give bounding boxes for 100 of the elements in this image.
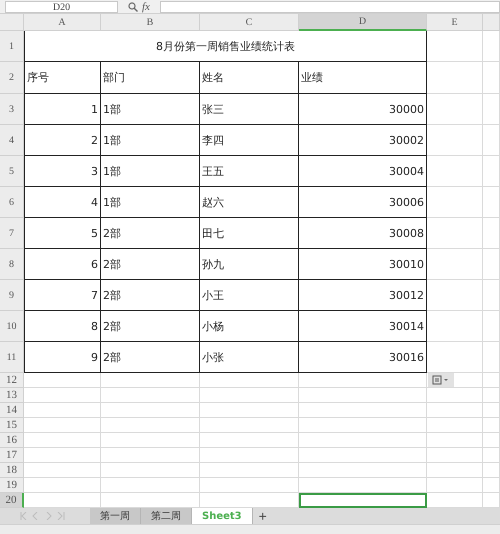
search-icon[interactable] bbox=[128, 2, 138, 12]
row-header[interactable]: 15 bbox=[0, 418, 24, 433]
row-header[interactable]: 8 bbox=[0, 249, 24, 280]
row-header[interactable]: 11 bbox=[0, 342, 24, 373]
formula-icon[interactable]: fx bbox=[142, 0, 150, 12]
selected-cell[interactable] bbox=[299, 493, 427, 508]
empty-cell[interactable] bbox=[427, 478, 483, 493]
empty-cell[interactable] bbox=[483, 463, 500, 478]
row-header[interactable]: 18 bbox=[0, 463, 24, 478]
empty-cell[interactable] bbox=[483, 311, 500, 342]
empty-cell[interactable] bbox=[427, 218, 483, 249]
empty-cell[interactable] bbox=[200, 448, 299, 463]
table-cell: 30016 bbox=[299, 342, 427, 373]
table-cell: 2部 bbox=[101, 342, 200, 373]
table-cell: 小王 bbox=[200, 280, 299, 311]
empty-cell[interactable] bbox=[483, 62, 500, 94]
empty-cell[interactable] bbox=[483, 418, 500, 433]
empty-cell[interactable] bbox=[101, 418, 200, 433]
empty-cell[interactable] bbox=[427, 187, 483, 218]
empty-cell[interactable] bbox=[299, 433, 427, 448]
row-header[interactable]: 19 bbox=[0, 478, 24, 493]
sheet-tab[interactable]: 第一周 bbox=[90, 508, 141, 524]
empty-cell[interactable] bbox=[200, 433, 299, 448]
column-header[interactable]: E bbox=[427, 14, 483, 31]
empty-cell[interactable] bbox=[427, 31, 483, 62]
add-sheet-button[interactable]: + bbox=[252, 508, 273, 524]
name-box[interactable]: D20 bbox=[5, 0, 118, 12]
empty-cell[interactable] bbox=[101, 388, 200, 403]
row-header[interactable]: 12 bbox=[0, 373, 24, 388]
empty-cell[interactable] bbox=[427, 388, 483, 403]
empty-cell[interactable] bbox=[427, 403, 483, 418]
empty-cell[interactable] bbox=[427, 418, 483, 433]
row-header[interactable]: 20 bbox=[0, 493, 24, 508]
empty-cell[interactable] bbox=[427, 280, 483, 311]
empty-cell[interactable] bbox=[200, 463, 299, 478]
formula-bar[interactable] bbox=[160, 0, 500, 12]
sheet-tab[interactable]: 第二周 bbox=[141, 508, 192, 524]
empty-cell[interactable] bbox=[427, 94, 483, 125]
row-header[interactable]: 2 bbox=[0, 62, 24, 94]
empty-cell[interactable] bbox=[299, 463, 427, 478]
row-header[interactable]: 3 bbox=[0, 94, 24, 125]
empty-cell[interactable] bbox=[483, 156, 500, 187]
empty-cell[interactable] bbox=[427, 311, 483, 342]
empty-cell[interactable] bbox=[101, 448, 200, 463]
empty-cell[interactable] bbox=[299, 388, 427, 403]
empty-cell[interactable] bbox=[483, 342, 500, 373]
row-header[interactable]: 9 bbox=[0, 280, 24, 311]
empty-cell[interactable] bbox=[200, 478, 299, 493]
empty-cell[interactable] bbox=[427, 373, 483, 388]
row-header[interactable]: 16 bbox=[0, 433, 24, 448]
row-header[interactable]: 1 bbox=[0, 31, 24, 62]
column-header[interactable]: D bbox=[299, 14, 427, 31]
row-header[interactable]: 10 bbox=[0, 311, 24, 342]
empty-cell[interactable] bbox=[200, 418, 299, 433]
empty-cell[interactable] bbox=[427, 62, 483, 94]
empty-cell[interactable] bbox=[427, 125, 483, 156]
empty-cell[interactable] bbox=[299, 403, 427, 418]
empty-cell[interactable] bbox=[483, 478, 500, 493]
empty-cell[interactable] bbox=[483, 433, 500, 448]
empty-cell[interactable] bbox=[101, 478, 200, 493]
empty-cell[interactable] bbox=[483, 448, 500, 463]
select-all-corner[interactable] bbox=[0, 14, 24, 31]
sheet-nav-icons[interactable] bbox=[20, 512, 66, 520]
empty-cell[interactable] bbox=[483, 187, 500, 218]
row-header[interactable]: 6 bbox=[0, 187, 24, 218]
table-cell: 9 bbox=[24, 342, 101, 373]
row-header[interactable]: 17 bbox=[0, 448, 24, 463]
column-header[interactable]: A bbox=[24, 14, 101, 31]
empty-cell[interactable] bbox=[427, 249, 483, 280]
empty-cell[interactable] bbox=[101, 433, 200, 448]
empty-cell[interactable] bbox=[483, 125, 500, 156]
row-header[interactable]: 13 bbox=[0, 388, 24, 403]
column-header[interactable]: B bbox=[101, 14, 200, 31]
empty-cell[interactable] bbox=[299, 478, 427, 493]
empty-cell[interactable] bbox=[483, 249, 500, 280]
row-header[interactable]: 7 bbox=[0, 218, 24, 249]
column-header[interactable]: C bbox=[200, 14, 299, 31]
empty-cell[interactable] bbox=[299, 448, 427, 463]
empty-cell[interactable] bbox=[427, 448, 483, 463]
empty-cell[interactable] bbox=[483, 280, 500, 311]
empty-cell[interactable] bbox=[101, 403, 200, 418]
empty-cell[interactable] bbox=[200, 388, 299, 403]
row-header[interactable]: 5 bbox=[0, 156, 24, 187]
empty-cell[interactable] bbox=[483, 403, 500, 418]
empty-cell[interactable] bbox=[200, 373, 299, 388]
row-header[interactable]: 4 bbox=[0, 125, 24, 156]
empty-cell[interactable] bbox=[299, 418, 427, 433]
empty-cell[interactable] bbox=[427, 433, 483, 448]
table-cell: 4 bbox=[24, 187, 101, 218]
empty-cell[interactable] bbox=[483, 388, 500, 403]
empty-cell[interactable] bbox=[200, 403, 299, 418]
empty-cell[interactable] bbox=[483, 373, 500, 388]
empty-cell[interactable] bbox=[483, 94, 500, 125]
empty-cell[interactable] bbox=[427, 156, 483, 187]
empty-cell[interactable] bbox=[483, 218, 500, 249]
empty-cell[interactable] bbox=[101, 463, 200, 478]
paste-options-icon[interactable] bbox=[428, 373, 454, 387]
row-header[interactable]: 14 bbox=[0, 403, 24, 418]
empty-cell[interactable] bbox=[427, 463, 483, 478]
empty-cell[interactable] bbox=[101, 373, 200, 388]
